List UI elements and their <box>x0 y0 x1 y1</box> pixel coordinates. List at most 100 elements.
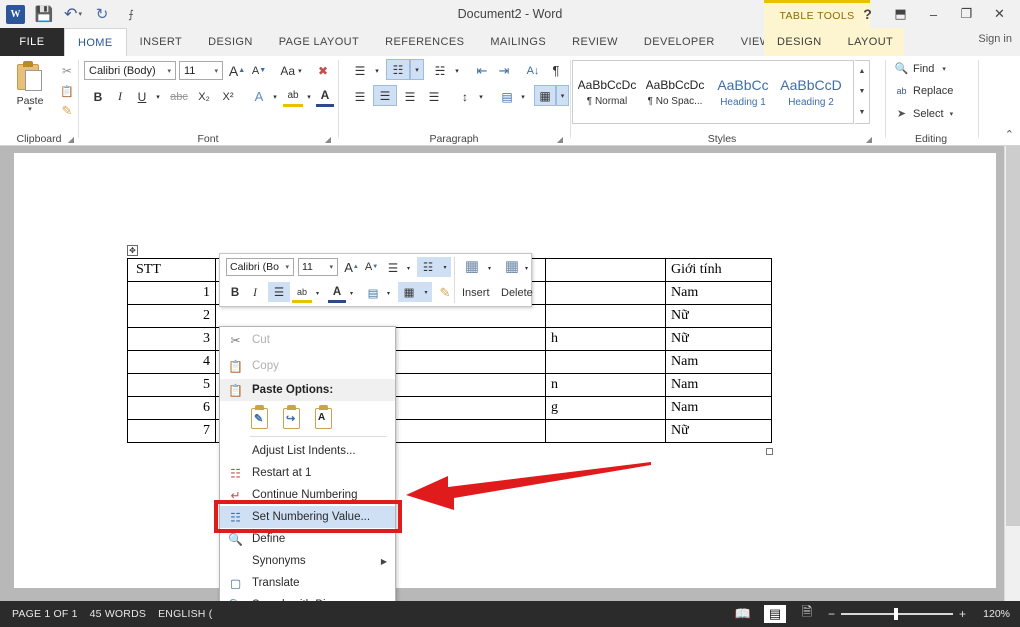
style-normal[interactable]: AaBbCcDc ¶ Normal <box>573 61 641 123</box>
underline-dropdown-icon[interactable]: ▾ <box>152 86 164 107</box>
align-right-icon[interactable]: ☰ <box>399 86 421 107</box>
tab-file[interactable]: FILE <box>0 28 64 56</box>
zoom-in-icon[interactable]: + <box>959 607 966 621</box>
mini-delete-dropdown-icon[interactable]: ▾ <box>521 258 532 278</box>
mini-font-size-dropdown-icon[interactable]: ▾ <box>329 263 333 271</box>
vertical-scrollbar[interactable] <box>1004 146 1020 601</box>
select-button[interactable]: ➤ Select ▾ <box>894 107 954 121</box>
table-cell-name[interactable] <box>215 304 546 328</box>
tab-insert[interactable]: INSERT <box>127 28 196 56</box>
table-cell-extra[interactable] <box>545 419 666 443</box>
superscript-icon[interactable]: X² <box>217 86 239 107</box>
align-left-icon[interactable]: ☰ <box>349 86 371 107</box>
styles-more-icon[interactable]: ▼ <box>859 109 866 116</box>
cut-icon[interactable]: ✂ <box>56 61 78 81</box>
bullets-icon[interactable]: ☰ <box>349 60 371 81</box>
paste-keep-text-only-icon[interactable]: A <box>314 404 335 430</box>
table-cell-stt[interactable]: 6 <box>127 396 216 420</box>
shrink-font-icon[interactable]: A ▼ <box>249 60 269 81</box>
zoom-slider[interactable]: − + <box>828 607 966 621</box>
tab-table-design[interactable]: DESIGN <box>764 28 835 56</box>
mini-shading-icon[interactable]: ▤ <box>363 283 383 303</box>
grow-font-icon[interactable]: A ▲ <box>227 60 247 81</box>
numbering-icon[interactable]: ☷ <box>386 59 410 80</box>
context-menu-item-copy[interactable]: 📋 Copy <box>220 353 395 379</box>
font-size-combobox[interactable]: 11 ▾ <box>179 61 223 80</box>
align-center-icon[interactable]: ☰ <box>373 85 397 106</box>
table-cell-stt[interactable]: 1 <box>127 281 216 305</box>
paragraph-dialog-launcher[interactable]: ◢ <box>557 135 563 144</box>
context-menu-item-cut[interactable]: ✂ Cut <box>220 327 395 353</box>
tab-review[interactable]: REVIEW <box>559 28 631 56</box>
clear-formatting-icon[interactable]: ✖ <box>312 60 334 81</box>
font-name-dropdown-icon[interactable]: ▾ <box>167 67 171 75</box>
mini-highlight-icon[interactable]: ab <box>292 283 312 303</box>
highlight-dropdown-icon[interactable]: ▾ <box>303 86 315 107</box>
font-color-icon[interactable]: A <box>316 86 334 107</box>
read-mode-icon[interactable]: 📖 <box>732 605 754 623</box>
style-heading-2[interactable]: AaBbCcD Heading 2 <box>777 61 845 123</box>
context-menu-item-synonyms[interactable]: Synonyms ▶ <box>220 550 395 572</box>
mini-numbering-dropdown-icon[interactable]: ▾ <box>439 257 451 277</box>
justify-icon[interactable]: ☰ <box>423 86 445 107</box>
mini-font-name-combobox[interactable]: Calibri (Bo ▾ <box>226 258 294 276</box>
numbering-dropdown-icon[interactable]: ▾ <box>410 59 424 80</box>
show-formatting-marks-icon[interactable]: ¶ <box>547 60 565 81</box>
table-move-handle[interactable]: ✥ <box>127 245 138 256</box>
context-menu-item-translate[interactable]: ▢ Translate <box>220 572 395 594</box>
table-cell-stt-header[interactable]: STT <box>127 258 216 282</box>
tab-references[interactable]: REFERENCES <box>372 28 477 56</box>
find-dropdown-icon[interactable]: ▾ <box>942 65 946 73</box>
mini-shading-dropdown-icon[interactable]: ▾ <box>383 283 394 303</box>
language-indicator[interactable]: ENGLISH ( <box>158 608 212 620</box>
table-cell-stt[interactable]: 3 <box>127 327 216 351</box>
mini-font-color-icon[interactable]: A <box>328 283 346 303</box>
mini-insert-table-icon[interactable]: ▦ <box>460 256 484 276</box>
table-cell-sex[interactable]: Nam <box>665 373 772 397</box>
table-cell-extra[interactable]: n <box>545 373 666 397</box>
mini-highlight-dropdown-icon[interactable]: ▾ <box>312 283 323 303</box>
find-button[interactable]: 🔍 Find ▾ <box>894 62 946 76</box>
mini-insert-label[interactable]: Insert <box>462 287 490 299</box>
mini-borders-dropdown-icon[interactable]: ▾ <box>420 282 432 302</box>
customize-qat-icon[interactable]: ⨍ <box>121 4 141 24</box>
undo-icon[interactable]: ↶ ▾ <box>63 4 83 24</box>
select-dropdown-icon[interactable]: ▾ <box>950 110 954 118</box>
multilevel-list-icon[interactable]: ☵ <box>429 60 451 81</box>
text-effects-icon[interactable]: A <box>249 86 269 107</box>
mini-bold-icon[interactable]: B <box>226 283 244 303</box>
zoom-track[interactable] <box>840 608 953 620</box>
underline-icon[interactable]: U <box>132 86 152 107</box>
bold-icon[interactable]: B <box>88 86 108 107</box>
context-menu-item-continue-numbering[interactable]: ↵ Continue Numbering <box>220 484 395 506</box>
format-painter-icon[interactable]: ✎ <box>56 101 78 121</box>
font-name-combobox[interactable]: Calibri (Body) ▾ <box>84 61 176 80</box>
tab-developer[interactable]: DEVELOPER <box>631 28 728 56</box>
tab-mailings[interactable]: MAILINGS <box>477 28 559 56</box>
print-layout-icon[interactable]: ▤ <box>763 605 786 623</box>
increase-indent-icon[interactable]: ⇥ <box>493 60 515 81</box>
ribbon-display-options-button[interactable]: ⬒ <box>884 1 917 27</box>
mini-font-size-combobox[interactable]: 11 ▾ <box>298 258 338 276</box>
style-heading-1[interactable]: AaBbCс Heading 1 <box>709 61 777 123</box>
mini-shrink-font-icon[interactable]: A ▼ <box>362 257 381 277</box>
context-menu-item-define[interactable]: 🔍 Define <box>220 528 395 550</box>
mini-insert-dropdown-icon[interactable]: ▾ <box>484 258 495 278</box>
mini-align-center-icon[interactable]: ☰ <box>268 282 290 302</box>
minimize-button[interactable]: – <box>917 1 950 27</box>
table-cell-extra[interactable] <box>545 304 666 328</box>
mini-bullets-icon[interactable]: ☰ <box>383 258 403 278</box>
sort-icon[interactable]: A↓ <box>522 60 544 81</box>
styles-dialog-launcher[interactable]: ◢ <box>866 135 872 144</box>
mini-borders-icon[interactable]: ▦ <box>398 282 420 302</box>
table-cell-sex[interactable]: Nữ <box>665 327 772 351</box>
styles-gallery[interactable]: AaBbCcDc ¶ Normal AaBbCcDc ¶ No Spac... … <box>572 60 854 124</box>
text-effects-dropdown-icon[interactable]: ▾ <box>269 86 281 107</box>
italic-icon[interactable]: I <box>110 86 130 107</box>
copy-icon[interactable]: 📋 <box>56 81 78 101</box>
web-layout-icon[interactable]: 🗎 <box>796 604 818 623</box>
tab-page-layout[interactable]: PAGE LAYOUT <box>266 28 372 56</box>
paste-button[interactable]: Paste ▾ <box>8 60 52 128</box>
close-button[interactable]: ✕ <box>983 1 1016 27</box>
context-menu-item-restart-at-1[interactable]: ☷ Restart at 1 <box>220 462 395 484</box>
